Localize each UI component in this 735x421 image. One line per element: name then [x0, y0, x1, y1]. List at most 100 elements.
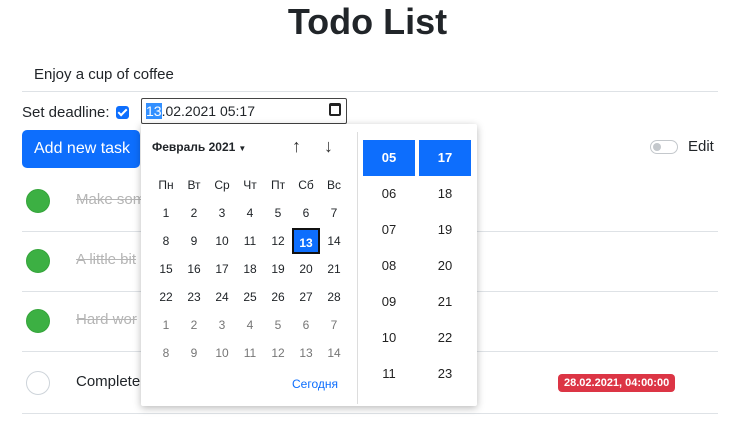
task-done-toggle[interactable]: [26, 189, 50, 213]
hour-option[interactable]: 11: [363, 356, 415, 392]
task-text: Hard wor: [76, 311, 137, 328]
hour-option-selected[interactable]: 05: [363, 140, 415, 176]
day-cell-next-month[interactable]: 3: [208, 312, 236, 338]
datetime-value: .02.2021 05:17: [161, 103, 255, 119]
day-cell[interactable]: 6: [292, 200, 320, 226]
day-cell-next-month[interactable]: 1: [152, 312, 180, 338]
picker-divider: [357, 132, 358, 404]
task-text: Complete: [76, 373, 141, 390]
deadline-badge: 28.02.2021, 04:00:00: [558, 374, 676, 392]
chevron-down-icon: ▼: [238, 144, 247, 153]
weekday-label: Ср: [214, 178, 230, 192]
edit-switch[interactable]: [650, 139, 678, 154]
edit-toggle[interactable]: Edit: [650, 138, 714, 155]
minute-option[interactable]: 20: [419, 248, 471, 284]
week-row: 8 9 10 11 12 13 14: [152, 228, 348, 254]
minute-option[interactable]: 23: [419, 356, 471, 392]
day-cell[interactable]: 19: [264, 256, 292, 282]
deadline-checkbox[interactable]: [115, 105, 129, 119]
day-cell[interactable]: 2: [180, 200, 208, 226]
day-cell[interactable]: 12: [264, 228, 292, 254]
day-cell[interactable]: 10: [208, 228, 236, 254]
hour-option[interactable]: 09: [363, 284, 415, 320]
weekday-label: Чт: [243, 178, 257, 192]
deadline-datetime-input[interactable]: 13.02.2021 05:17: [141, 98, 347, 124]
day-cell-next-month[interactable]: 7: [320, 312, 348, 338]
datetime-picker: Февраль 2021 ▼ ↑ ↓ Пн Вт Ср Чт Пт Сб Вс 1…: [141, 124, 477, 406]
minute-option-selected[interactable]: 17: [419, 140, 471, 176]
minute-option[interactable]: 18: [419, 176, 471, 212]
day-cell[interactable]: 18: [236, 256, 264, 282]
day-cell[interactable]: 23: [180, 284, 208, 310]
arrow-down-icon[interactable]: ↓: [324, 136, 333, 157]
day-cell-next-month[interactable]: 9: [180, 340, 208, 366]
edit-label: Edit: [688, 138, 714, 155]
month-label: Февраль 2021: [152, 140, 236, 154]
day-cell[interactable]: 22: [152, 284, 180, 310]
day-cell-next-month[interactable]: 5: [264, 312, 292, 338]
weekday-label: Вс: [326, 178, 341, 192]
day-cell[interactable]: 15: [152, 256, 180, 282]
day-cell[interactable]: 26: [264, 284, 292, 310]
day-cell-next-month[interactable]: 13: [292, 340, 320, 366]
day-cell-next-month[interactable]: 4: [236, 312, 264, 338]
hour-option[interactable]: 08: [363, 248, 415, 284]
day-cell-next-month[interactable]: 10: [208, 340, 236, 366]
month-select[interactable]: Февраль 2021 ▼: [152, 140, 246, 154]
task-done-toggle[interactable]: [26, 371, 50, 395]
new-task-input[interactable]: [22, 58, 718, 92]
deadline-label: Set deadline:: [22, 103, 110, 121]
day-cell[interactable]: 5: [264, 200, 292, 226]
today-button[interactable]: Сегодня: [292, 377, 338, 391]
day-cell[interactable]: 25: [236, 284, 264, 310]
day-cell[interactable]: 24: [208, 284, 236, 310]
minute-option[interactable]: 22: [419, 320, 471, 356]
weekday-label: Вт: [187, 178, 201, 192]
day-cell[interactable]: 8: [152, 228, 180, 254]
day-cell-next-month[interactable]: 12: [264, 340, 292, 366]
day-cell[interactable]: 7: [320, 200, 348, 226]
add-task-button[interactable]: Add new task: [22, 130, 140, 168]
day-cell-next-month[interactable]: 2: [180, 312, 208, 338]
weekday-label: Сб: [298, 178, 314, 192]
day-cell-next-month[interactable]: 14: [320, 340, 348, 366]
day-cell[interactable]: 28: [320, 284, 348, 310]
day-cell[interactable]: 20: [292, 256, 320, 282]
datetime-selected-segment: 13: [146, 103, 162, 119]
week-row: 8 9 10 11 12 13 14: [152, 340, 348, 366]
day-cell[interactable]: 27: [292, 284, 320, 310]
day-cell[interactable]: 9: [180, 228, 208, 254]
task-text: A little bit: [76, 251, 137, 268]
hour-column: 05 06 07 08 09 10 11: [363, 140, 415, 392]
week-row: 1 2 3 4 5 6 7: [152, 312, 348, 338]
weekday-label: Пт: [270, 178, 286, 192]
day-cell-next-month[interactable]: 11: [236, 340, 264, 366]
weekday-header: Пн Вт Ср Чт Пт Сб Вс: [152, 178, 348, 192]
weekday-label: Пн: [158, 178, 174, 192]
arrow-up-icon[interactable]: ↑: [292, 136, 301, 157]
week-row: 15 16 17 18 19 20 21: [152, 256, 348, 282]
day-cell[interactable]: 1: [152, 200, 180, 226]
week-row: 1 2 3 4 5 6 7: [152, 200, 348, 226]
day-cell[interactable]: 11: [236, 228, 264, 254]
task-done-toggle[interactable]: [26, 309, 50, 333]
day-cell[interactable]: 17: [208, 256, 236, 282]
task-done-toggle[interactable]: [26, 249, 50, 273]
minute-option[interactable]: 19: [419, 212, 471, 248]
day-cell-next-month[interactable]: 8: [152, 340, 180, 366]
day-cell[interactable]: 21: [320, 256, 348, 282]
task-text: Make som: [76, 191, 146, 208]
deadline-row: Set deadline:: [22, 100, 129, 124]
day-cell[interactable]: 3: [208, 200, 236, 226]
hour-option[interactable]: 10: [363, 320, 415, 356]
hour-option[interactable]: 06: [363, 176, 415, 212]
day-cell-selected[interactable]: 13: [292, 228, 320, 254]
page-title: Todo List: [287, 1, 448, 42]
day-cell[interactable]: 16: [180, 256, 208, 282]
hour-option[interactable]: 07: [363, 212, 415, 248]
day-cell[interactable]: 14: [320, 228, 348, 254]
calendar-icon[interactable]: [329, 103, 341, 116]
minute-option[interactable]: 21: [419, 284, 471, 320]
day-cell-next-month[interactable]: 6: [292, 312, 320, 338]
day-cell[interactable]: 4: [236, 200, 264, 226]
